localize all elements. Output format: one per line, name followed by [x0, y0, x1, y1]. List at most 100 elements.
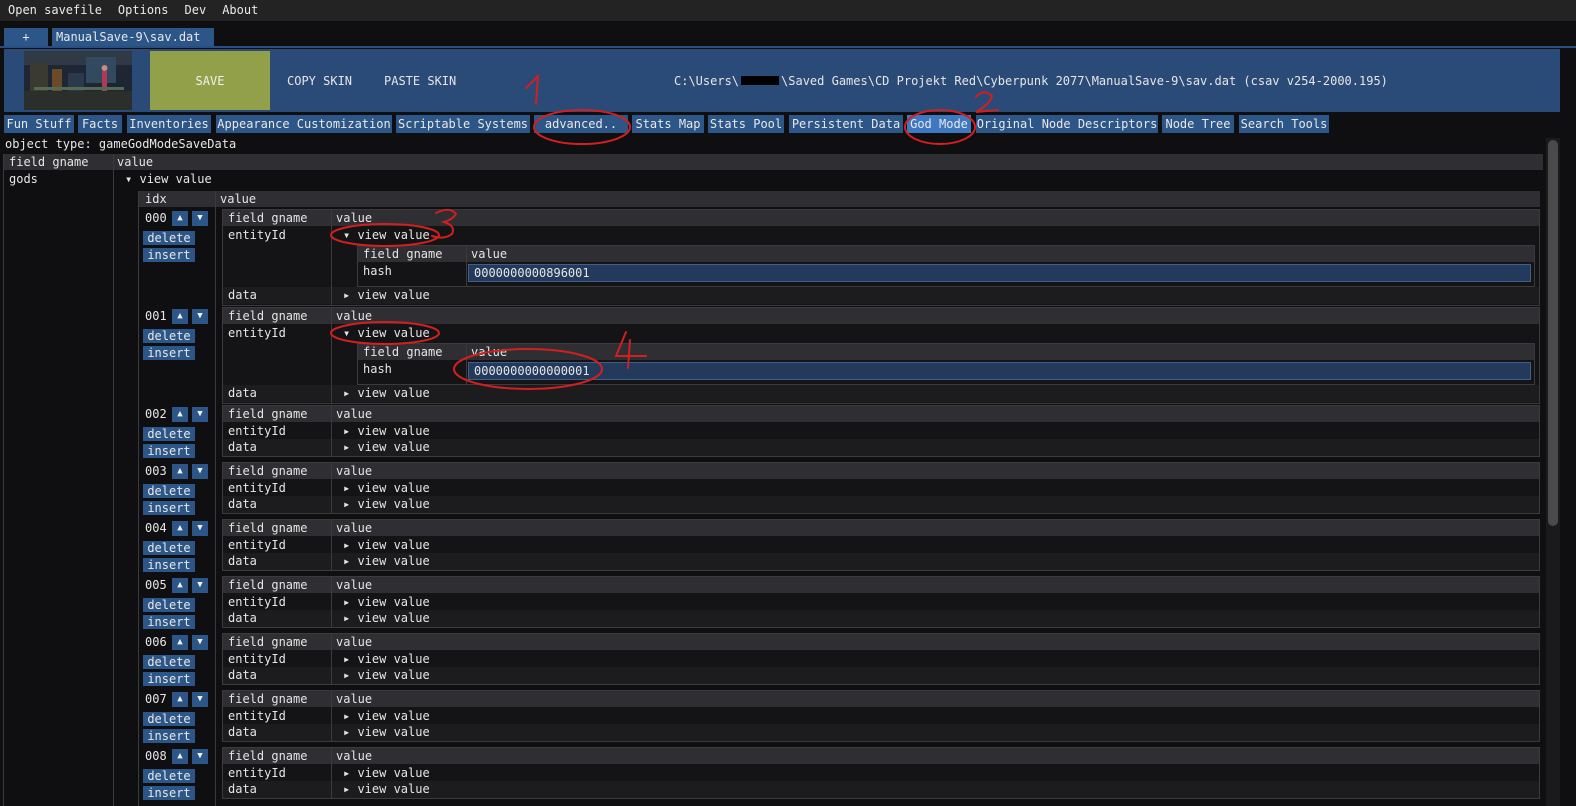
- tab-search-tools[interactable]: Search Tools: [1239, 115, 1329, 133]
- insert-button[interactable]: insert: [143, 558, 195, 572]
- insert-button[interactable]: insert: [143, 615, 195, 629]
- entity-id-view-value-toggle[interactable]: ▸ view value: [343, 480, 430, 496]
- insert-button[interactable]: insert: [143, 672, 195, 686]
- path-suffix: \Saved Games\CD Projekt Red\Cyberpunk 20…: [781, 73, 1388, 88]
- tab-facts[interactable]: Facts: [78, 115, 122, 133]
- data-view-value-toggle[interactable]: ▸ view value: [343, 439, 430, 455]
- move-up-button[interactable]: ▲: [172, 211, 188, 226]
- delete-button[interactable]: delete: [143, 541, 195, 555]
- move-up-button[interactable]: ▲: [172, 578, 188, 593]
- insert-button[interactable]: insert: [143, 729, 195, 743]
- menu-options[interactable]: Options: [110, 0, 177, 21]
- move-down-button[interactable]: ▼: [192, 635, 208, 650]
- entity-id-view-value-toggle[interactable]: ▸ view value: [343, 423, 430, 439]
- delete-button[interactable]: delete: [143, 427, 195, 441]
- move-up-button[interactable]: ▲: [172, 309, 188, 324]
- delete-button[interactable]: delete: [143, 655, 195, 669]
- insert-button[interactable]: insert: [143, 444, 195, 458]
- tab-god-mode[interactable]: God Mode: [907, 115, 971, 133]
- data-view-value-toggle[interactable]: ▸ view value: [343, 724, 430, 740]
- tab-fun-stuff[interactable]: Fun Stuff: [4, 115, 74, 133]
- struct-column-divider: [331, 308, 332, 403]
- delete-button[interactable]: delete: [143, 769, 195, 783]
- field-entity-id: entityId: [228, 652, 286, 666]
- row-index: 007: [145, 692, 167, 706]
- delete-button[interactable]: delete: [143, 484, 195, 498]
- data-view-value-toggle[interactable]: ▸ view value: [343, 287, 430, 303]
- delete-button[interactable]: delete: [143, 598, 195, 612]
- data-view-value-toggle[interactable]: ▸ view value: [343, 667, 430, 683]
- expanded-triangle-icon: ▾: [343, 228, 358, 242]
- tab-original-node-descriptors[interactable]: Original Node Descriptors: [976, 115, 1158, 133]
- delete-button[interactable]: delete: [143, 712, 195, 726]
- collapsed-triangle-icon: ▸: [343, 611, 358, 625]
- delete-button[interactable]: delete: [143, 329, 195, 343]
- field-data: data: [228, 668, 257, 682]
- tab-advanced[interactable]: advanced..: [534, 115, 628, 133]
- tab-persistent-data[interactable]: Persistent Data: [789, 115, 903, 133]
- move-up-button[interactable]: ▲: [172, 464, 188, 479]
- data-view-value-toggle[interactable]: ▸ view value: [343, 610, 430, 626]
- move-up-button[interactable]: ▲: [172, 692, 188, 707]
- view-value-label: view value: [357, 440, 430, 454]
- insert-button[interactable]: insert: [143, 248, 195, 262]
- scrollbar-thumb[interactable]: [1548, 140, 1558, 526]
- move-down-button[interactable]: ▼: [192, 521, 208, 536]
- data-view-value-toggle[interactable]: ▸ view value: [343, 496, 430, 512]
- paste-skin-button[interactable]: PASTE SKIN: [384, 51, 456, 110]
- collapsed-triangle-icon: ▸: [343, 766, 358, 780]
- menu-open-savefile[interactable]: Open savefile: [0, 0, 110, 21]
- entity-id-view-value-toggle[interactable]: ▾ view value: [343, 227, 430, 243]
- view-value-label: view value: [357, 326, 430, 340]
- entity-id-view-value-toggle[interactable]: ▸ view value: [343, 765, 430, 781]
- menu-dev[interactable]: Dev: [177, 0, 215, 21]
- data-view-value-toggle[interactable]: ▸ view value: [343, 781, 430, 797]
- entity-id-view-value-toggle[interactable]: ▸ view value: [343, 708, 430, 724]
- entity-id-view-value-toggle[interactable]: ▸ view value: [343, 537, 430, 553]
- entity-id-view-value-toggle[interactable]: ▸ view value: [343, 651, 430, 667]
- move-down-button[interactable]: ▼: [192, 309, 208, 324]
- delete-button[interactable]: delete: [143, 231, 195, 245]
- move-down-button[interactable]: ▼: [192, 578, 208, 593]
- copy-skin-button[interactable]: COPY SKIN: [287, 51, 352, 110]
- move-up-button[interactable]: ▲: [172, 635, 188, 650]
- tab-stats-map[interactable]: Stats Map: [632, 115, 704, 133]
- tab-stats-pool[interactable]: Stats Pool: [708, 115, 784, 133]
- move-down-button[interactable]: ▼: [192, 464, 208, 479]
- hash-input[interactable]: 0000000000000001: [468, 362, 1531, 380]
- hash-input[interactable]: 0000000000896001: [468, 264, 1531, 282]
- hash-table-header: [358, 344, 1534, 360]
- col-header-value: value: [471, 345, 508, 359]
- move-up-button[interactable]: ▲: [172, 407, 188, 422]
- data-view-value-toggle[interactable]: ▸ view value: [343, 553, 430, 569]
- entity-id-view-value-toggle[interactable]: ▸ view value: [343, 594, 430, 610]
- path-prefix: C:\Users\: [674, 73, 740, 88]
- move-down-button[interactable]: ▼: [192, 211, 208, 226]
- col-header-value: value: [336, 749, 373, 763]
- move-down-button[interactable]: ▼: [192, 407, 208, 422]
- tab-node-tree[interactable]: Node Tree: [1162, 115, 1234, 133]
- file-tab-active[interactable]: ManualSave-9\sav.dat: [52, 28, 214, 46]
- insert-button[interactable]: insert: [143, 501, 195, 515]
- insert-button[interactable]: insert: [143, 786, 195, 800]
- menu-about[interactable]: About: [214, 0, 266, 21]
- insert-button[interactable]: insert: [143, 346, 195, 360]
- data-view-value-toggle[interactable]: ▸ view value: [343, 385, 430, 401]
- move-up-button[interactable]: ▲: [172, 749, 188, 764]
- gods-view-value-toggle[interactable]: ▾ view value: [125, 171, 212, 187]
- tab-scriptable-systems[interactable]: Scriptable Systems: [396, 115, 530, 133]
- move-down-button[interactable]: ▼: [192, 692, 208, 707]
- save-button[interactable]: SAVE: [150, 51, 270, 110]
- tab-appearance-customization[interactable]: Appearance Customization: [216, 115, 392, 133]
- field-entity-id: entityId: [228, 709, 286, 723]
- tab-inventories[interactable]: Inventories: [127, 115, 211, 133]
- field-name-gods: gods: [9, 172, 38, 186]
- entity-id-view-value-toggle[interactable]: ▾ view value: [343, 325, 430, 341]
- menu-bar: Open savefile Options Dev About: [0, 0, 1576, 21]
- array-table-header: [138, 191, 1540, 207]
- view-value-label: view value: [357, 668, 430, 682]
- move-down-button[interactable]: ▼: [192, 749, 208, 764]
- view-value-label: view value: [357, 652, 430, 666]
- new-tab-button[interactable]: +: [4, 28, 48, 46]
- move-up-button[interactable]: ▲: [172, 521, 188, 536]
